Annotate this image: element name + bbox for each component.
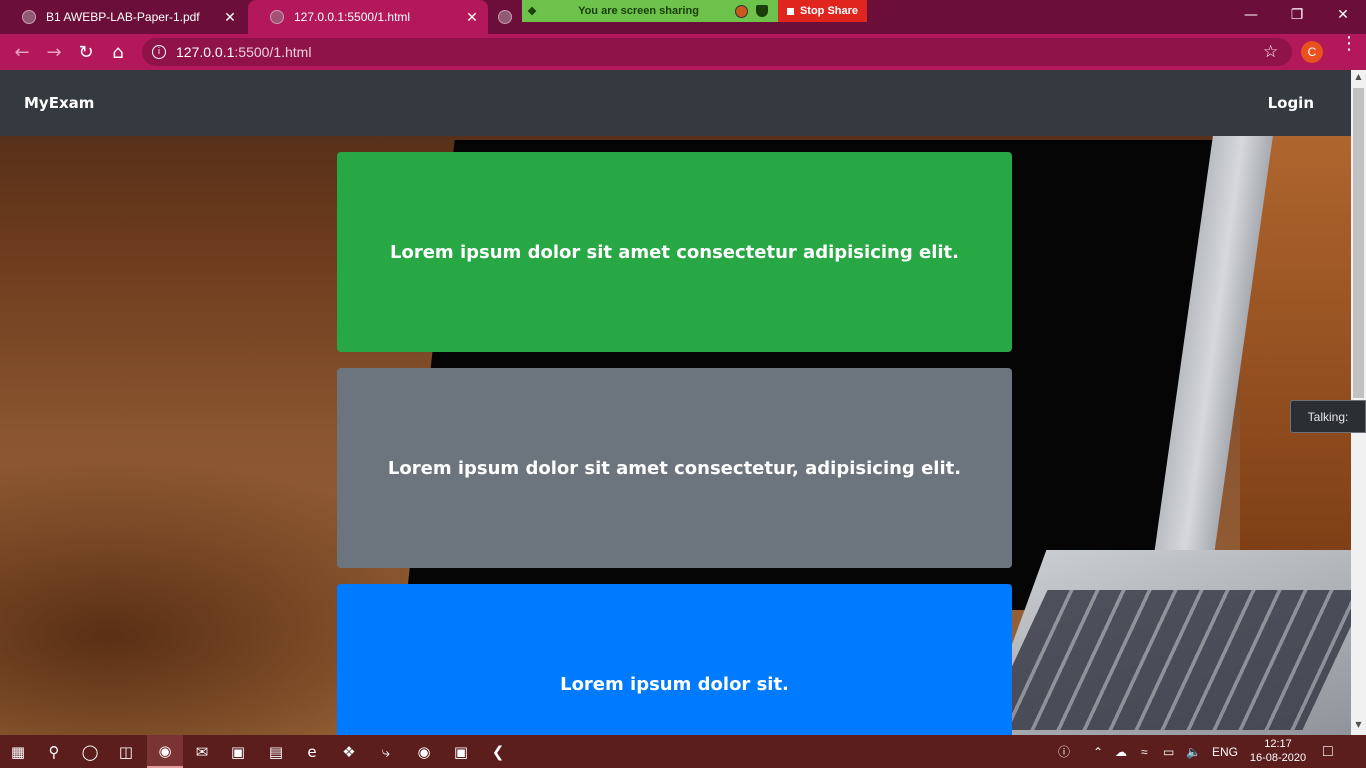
card-text: Lorem ipsum dolor sit.	[560, 673, 789, 695]
windows-start-icon[interactable]: ▦	[0, 735, 36, 768]
stop-share-label: Stop Share	[799, 5, 859, 17]
globe-icon	[270, 10, 284, 24]
file-explorer-icon[interactable]: ▤	[258, 735, 294, 768]
mail-icon[interactable]: ✉	[184, 735, 220, 768]
talking-indicator: Talking:	[1290, 400, 1366, 433]
close-icon[interactable]: ✕	[218, 9, 242, 26]
minimize-icon[interactable]: —	[1228, 0, 1274, 30]
globe-icon	[498, 10, 512, 24]
battery-icon[interactable]: ▭	[1163, 735, 1174, 768]
language-indicator[interactable]: ENG	[1212, 735, 1238, 768]
url-text: 127.0.0.1:5500/1.html	[176, 44, 311, 60]
tab-active-html[interactable]: 127.0.0.1:5500/1.html ✕	[248, 0, 488, 34]
tab-title: B1 AWEBP-LAB-Paper-1.pdf	[46, 10, 200, 24]
star-icon[interactable]: ☆	[1263, 42, 1278, 62]
url-host: 127.0.0.1	[176, 44, 235, 60]
avatar[interactable]: C	[1301, 41, 1323, 63]
info-icon[interactable]: i	[152, 45, 166, 59]
globe-icon	[22, 10, 36, 24]
card-green: Lorem ipsum dolor sit amet consectetur a…	[337, 152, 1012, 352]
scroll-up-icon[interactable]: ▲	[1351, 72, 1366, 86]
login-link[interactable]: Login	[1268, 94, 1314, 112]
store-icon[interactable]: ▣	[220, 735, 256, 768]
record-icon[interactable]	[735, 4, 748, 18]
zoom-icon[interactable]: ▣	[443, 735, 479, 768]
help-icon[interactable]: ⓘ	[1058, 735, 1070, 768]
stop-share-button[interactable]: Stop Share	[778, 0, 867, 22]
pin-icon[interactable]: ❖	[522, 5, 542, 18]
vscode-icon[interactable]: ❮	[480, 735, 516, 768]
background-keyboard	[982, 590, 1351, 730]
cloud-icon[interactable]: ☁	[1115, 735, 1127, 768]
shield-icon	[756, 5, 768, 17]
notification-icon[interactable]: □	[1323, 735, 1333, 768]
address-bar[interactable]: i 127.0.0.1:5500/1.html	[142, 38, 1292, 66]
share-status: ❖ You are screen sharing	[522, 0, 778, 22]
search-icon[interactable]: ⚲	[36, 735, 72, 768]
brand-link[interactable]: MyExam	[24, 94, 94, 112]
web-page: MyExam Login Lorem ipsum dolor sit amet …	[0, 70, 1351, 735]
share-message: You are screen sharing	[578, 5, 699, 17]
url-path: :5500/1.html	[234, 44, 312, 60]
taskbar: ▦ ⚲ ◯ ◫ ◉ ✉ ▣ ▤ e ❖ ⤷ ◉ ▣ ❮ ⓘ ⌃ ☁ ≈ ▭ 🔈 …	[0, 735, 1366, 768]
scroll-down-icon[interactable]: ▼	[1351, 720, 1366, 734]
card-text: Lorem ipsum dolor sit amet consectetur a…	[390, 241, 959, 263]
scrollbar-thumb[interactable]	[1353, 88, 1364, 398]
chrome-icon[interactable]: ◉	[147, 735, 183, 768]
dropbox-icon[interactable]: ❖	[331, 735, 367, 768]
tab-pdf[interactable]: B1 AWEBP-LAB-Paper-1.pdf ✕	[0, 0, 246, 34]
card-text: Lorem ipsum dolor sit amet consectetur, …	[387, 457, 962, 479]
window-close-icon[interactable]: ✕	[1320, 0, 1366, 30]
screen-share-bar: ❖ You are screen sharing Stop Share	[522, 0, 867, 22]
cortana-icon[interactable]: ◯	[72, 735, 108, 768]
forward-icon[interactable]: →	[40, 38, 68, 66]
wifi-icon[interactable]: ≈	[1141, 735, 1148, 768]
navbar: MyExam Login	[0, 70, 1351, 136]
card-blue: Lorem ipsum dolor sit.	[337, 584, 1012, 735]
tab-third[interactable]	[488, 0, 522, 34]
home-icon[interactable]: ⌂	[104, 38, 132, 66]
reload-icon[interactable]: ↻	[72, 38, 100, 66]
tab-title: 127.0.0.1:5500/1.html	[294, 10, 411, 24]
edge-icon[interactable]: e	[294, 735, 330, 768]
eclipse-icon[interactable]: ◉	[406, 735, 442, 768]
back-icon[interactable]: ←	[8, 38, 36, 66]
clock[interactable]: 12:17 16-08-2020	[1244, 737, 1312, 765]
task-view-icon[interactable]: ◫	[108, 735, 144, 768]
thunder-icon[interactable]: ⤷	[368, 735, 404, 768]
volume-icon[interactable]: 🔈	[1186, 735, 1201, 768]
card-gray: Lorem ipsum dolor sit amet consectetur, …	[337, 368, 1012, 568]
more-menu-icon[interactable]: ⋮	[1340, 35, 1358, 53]
restore-icon[interactable]: ❐	[1274, 0, 1320, 30]
clock-time: 12:17	[1264, 738, 1292, 750]
stop-icon	[786, 7, 794, 15]
close-icon[interactable]: ✕	[460, 9, 484, 26]
clock-date: 16-08-2020	[1249, 752, 1307, 764]
chevron-up-icon[interactable]: ⌃	[1093, 735, 1103, 768]
